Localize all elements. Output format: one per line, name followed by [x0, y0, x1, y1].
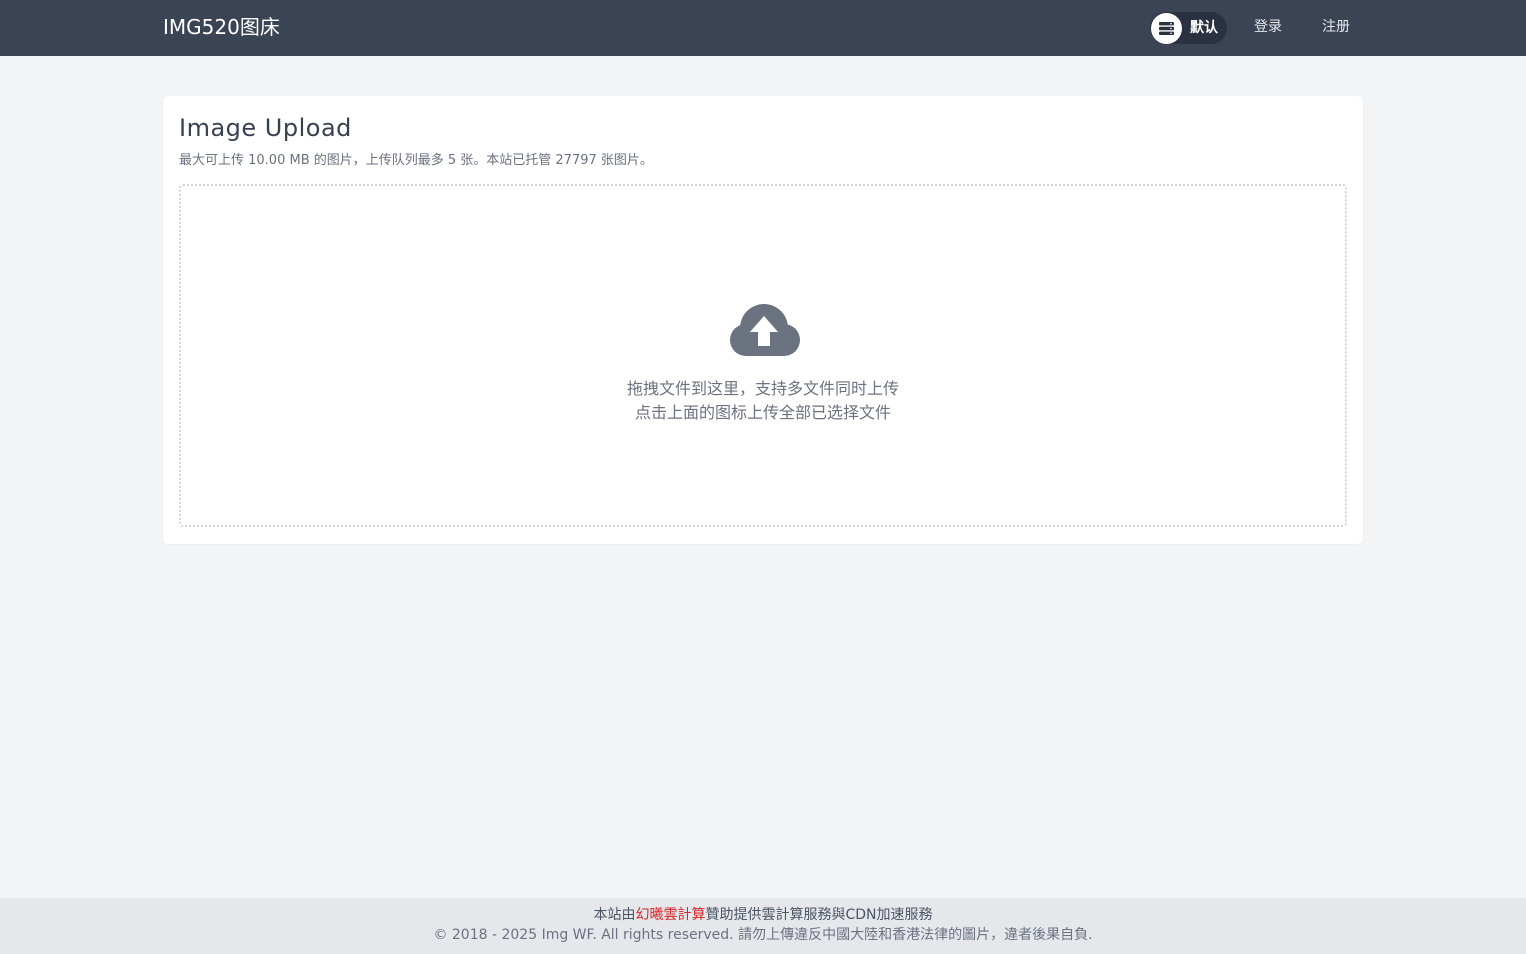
file-dropzone[interactable]: 拖拽文件到这里，支持多文件同时上传 点击上面的图标上传全部已选择文件 — [179, 184, 1347, 527]
drag-drop-hint: 拖拽文件到这里，支持多文件同时上传 — [626, 379, 899, 398]
sponsor-link[interactable]: 幻曦雲計算 — [635, 907, 705, 923]
page-title: Image Upload — [179, 114, 352, 142]
cloud-upload-icon[interactable] — [724, 302, 804, 362]
site-brand[interactable]: IMG520图床 — [163, 14, 280, 40]
server-stack-icon — [1151, 13, 1182, 44]
sponsor-prefix: 本站由 — [593, 907, 636, 923]
click-upload-hint: 点击上面的图标上传全部已选择文件 — [634, 403, 891, 422]
login-link[interactable]: 登录 — [1254, 18, 1282, 36]
sponsor-suffix: 贊助提供雲計算服務與CDN加速服務 — [705, 907, 933, 923]
copyright-text: © 2018 - 2025 Img WF. All rights reserve… — [433, 927, 1093, 943]
sponsor-line: 本站由幻曦雲計算贊助提供雲計算服務與CDN加速服務 — [0, 906, 1526, 924]
upload-limits-text: 最大可上传 10.00 MB 的图片，上传队列最多 5 张。本站已托管 2779… — [179, 153, 653, 168]
top-navbar: IMG520图床 默认 登录 注册 — [0, 0, 1526, 56]
storage-group-label: 默认 — [1190, 20, 1218, 36]
register-link[interactable]: 注册 — [1322, 18, 1350, 36]
site-footer: 本站由幻曦雲計算贊助提供雲計算服務與CDN加速服務 © 2018 - 2025 … — [0, 898, 1526, 954]
upload-card: Image Upload 最大可上传 10.00 MB 的图片，上传队列最多 5… — [163, 96, 1363, 544]
storage-group-selector[interactable]: 默认 — [1150, 12, 1227, 44]
